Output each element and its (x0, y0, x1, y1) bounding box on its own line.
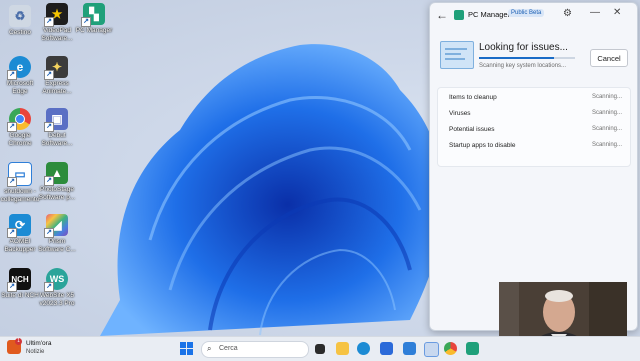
prism-icon: ◢ ↗ (44, 214, 68, 238)
photos-icon[interactable] (424, 342, 439, 357)
search-icon: ⌕ (207, 344, 212, 353)
photostage-icon: ▲ ↗ (44, 162, 68, 186)
desktop-icon-chrome[interactable]: ↗ Google Chrome (0, 108, 40, 148)
notification-badge: 1 (15, 338, 22, 345)
list-item[interactable]: Items to cleanup Scanning... (438, 90, 630, 106)
desktop-icon-aomei[interactable]: ⟳ ↗ AOMEI Backupper (0, 214, 40, 254)
pc-manager-icon: ▚ ↗ (81, 3, 105, 27)
list-item[interactable]: Potential issues Scanning... (438, 122, 630, 138)
desktop-icon-label: shutdown - collegamento (0, 188, 40, 203)
desktop-icon-express-animate[interactable]: ✦ ↗ Express Animate... (37, 56, 77, 96)
nch-suite-icon: NCH ↗ (7, 268, 31, 292)
website-x5-icon: WS ↗ (44, 268, 68, 292)
task-view-icon[interactable] (315, 344, 325, 354)
desktop-icon-recycle-bin[interactable]: ♻ Cestino (0, 5, 40, 37)
window-title: PC Manager (468, 10, 511, 19)
news-widget-title[interactable]: Ultim'ora (26, 340, 51, 347)
desktop-icon-label: Suite di NCH (1, 292, 39, 299)
back-arrow-icon[interactable]: ← (436, 8, 448, 22)
pc-manager-icon[interactable] (466, 342, 479, 355)
cancel-button[interactable]: Cancel (590, 49, 628, 67)
desktop-icon-edge[interactable]: e ↗ Microsoft Edge (0, 56, 40, 96)
mail-icon[interactable] (403, 342, 416, 355)
public-beta-badge: Public Beta (508, 9, 545, 17)
item-status: Scanning... (591, 110, 622, 116)
debut-icon: ▣ ↗ (44, 108, 68, 132)
desktop-icon-label: Cestino (8, 29, 32, 36)
pc-manager-logo-icon (454, 10, 464, 20)
item-name: Items to cleanup (449, 94, 497, 101)
scan-progress-bar (479, 57, 575, 59)
desktop-icon-videopad[interactable]: ★ ↗ VideoPad Software... (37, 3, 77, 43)
desktop-icon-pc-manager[interactable]: ▚ ↗ PC Manager (74, 3, 114, 35)
desktop-icon-label: Google Chrome (8, 132, 32, 147)
desktop-icon-label: PhotoStage Software p... (38, 186, 76, 201)
desktop-icon-shutdown[interactable]: ▭ ↗ shutdown - collegamento (0, 162, 40, 204)
desktop-icon-label: AOMEI Backupper (4, 238, 36, 253)
recycle-bin-icon: ♻ (9, 5, 31, 27)
express-animate-icon: ✦ ↗ (44, 56, 68, 80)
shutdown-icon: ▭ ↗ (7, 162, 32, 187)
item-name: Startup apps to disable (449, 142, 516, 149)
chrome-icon[interactable] (444, 342, 457, 355)
list-item[interactable]: Viruses Scanning... (438, 106, 630, 122)
file-explorer-icon[interactable] (336, 342, 349, 355)
item-status: Scanning... (591, 126, 622, 132)
desktop-icon-label: WebSite X5 v2023.3 Pro (39, 292, 75, 307)
aomei-icon: ⟳ ↗ (7, 214, 31, 238)
store-icon[interactable] (380, 342, 393, 355)
taskbar: 1 Ultim'ora Notizie ⌕ Cerca (0, 336, 640, 361)
close-icon[interactable]: ✕ (613, 7, 621, 18)
list-item[interactable]: Startup apps to disable Scanning... (438, 138, 630, 154)
news-widget-subtitle[interactable]: Notizie (26, 349, 44, 355)
desktop-icon-label: VideoPad Software... (41, 27, 73, 42)
desktop-icon-label: Debut Software... (41, 132, 73, 147)
desktop-icon-website-x5[interactable]: WS ↗ WebSite X5 v2023.3 Pro (37, 268, 77, 308)
edge-icon[interactable] (357, 342, 370, 355)
item-name: Viruses (449, 110, 471, 117)
start-button[interactable] (180, 342, 193, 355)
chrome-icon: ↗ (7, 108, 31, 132)
item-status: Scanning... (591, 94, 622, 100)
edge-icon: e ↗ (7, 56, 31, 80)
scan-subtitle: Scanning key system locations... (479, 63, 567, 69)
scan-progress-fill (479, 57, 554, 59)
desktop-icon-label: PC Manager (75, 27, 113, 34)
minimize-icon[interactable]: — (590, 7, 600, 18)
search-placeholder: Cerca (219, 345, 238, 352)
gear-icon[interactable]: ⚙ (563, 8, 572, 19)
desktop-icon-debut[interactable]: ▣ ↗ Debut Software... (37, 108, 77, 148)
desktop-icon-label: Prism Software C... (38, 238, 76, 253)
scan-illustration-icon (440, 41, 474, 69)
videopad-icon: ★ ↗ (44, 3, 68, 27)
scan-title: Looking for issues... (479, 42, 568, 53)
desktop-icon-photostage[interactable]: ▲ ↗ PhotoStage Software p... (37, 162, 77, 202)
window-titlebar: ← PC Manager Public Beta ⚙ — ✕ (430, 3, 637, 27)
item-name: Potential issues (449, 126, 495, 133)
scan-items-list: Items to cleanup Scanning... Viruses Sca… (437, 87, 631, 167)
desktop-icon-label: Express Animate... (42, 80, 72, 95)
desktop-icon-nch-suite[interactable]: NCH ↗ Suite di NCH (0, 268, 40, 300)
scan-status-card: Looking for issues... Scanning key syste… (437, 37, 628, 79)
taskbar-search[interactable]: ⌕ Cerca (201, 341, 309, 358)
item-status: Scanning... (591, 142, 622, 148)
desktop-icon-label: Microsoft Edge (6, 80, 34, 95)
desktop-icon-prism[interactable]: ◢ ↗ Prism Software C... (37, 214, 77, 254)
